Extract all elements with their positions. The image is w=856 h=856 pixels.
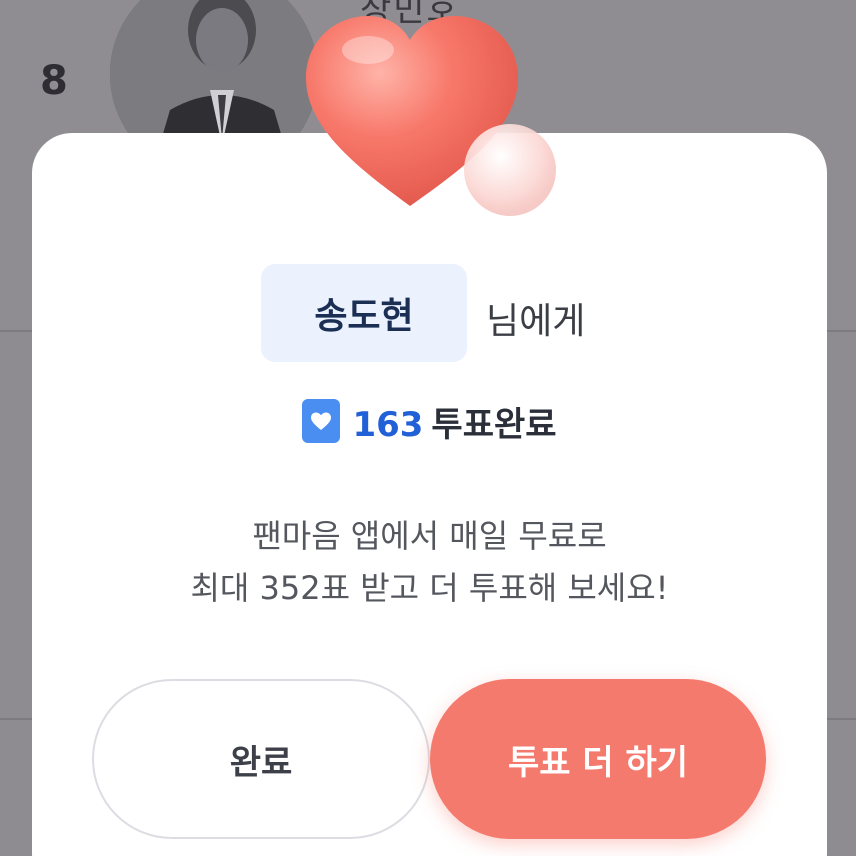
vote-count: 163 bbox=[352, 404, 424, 445]
promo-message: 팬마음 앱에서 매일 무료로 최대 352표 받고 더 투표해 보세요! bbox=[32, 510, 827, 614]
promo-message-line: 팬마음 앱에서 매일 무료로 bbox=[252, 517, 607, 555]
screen: 8 장민호 송도현 님에게 163 투표완료 팬마음 앱에서 매일 무료로 최대… bbox=[0, 0, 856, 856]
vote-status-row: 163 투표완료 bbox=[32, 396, 827, 446]
vote-complete-dialog: 송도현 님에게 163 투표완료 팬마음 앱에서 매일 무료로 최대 352표 받… bbox=[32, 133, 827, 856]
recipient-suffix: 님에게 bbox=[486, 301, 586, 342]
promo-message-line: 최대 352표 받고 더 투표해 보세요! bbox=[190, 569, 669, 607]
heart-illustration-icon bbox=[298, 8, 560, 218]
done-button[interactable]: 완료 bbox=[92, 679, 430, 839]
recipient-name-chip: 송도현 bbox=[261, 264, 467, 362]
vote-status-text: 163 투표완료 bbox=[352, 397, 556, 446]
heart-icon bbox=[302, 399, 341, 443]
vote-status-label: 투표완료 bbox=[431, 404, 557, 445]
vote-more-button[interactable]: 투표 더 하기 bbox=[430, 679, 766, 839]
recipient-row: 송도현 님에게 bbox=[32, 264, 827, 364]
rank-number: 8 bbox=[40, 58, 68, 104]
